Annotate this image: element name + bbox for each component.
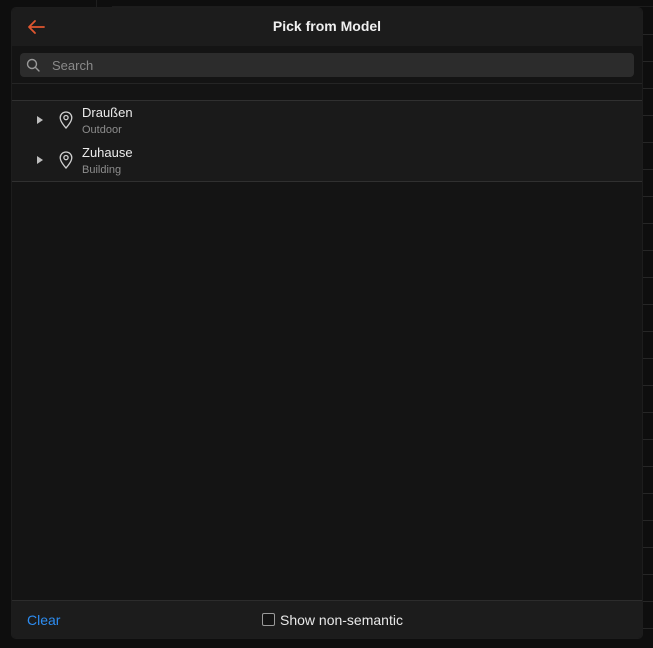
search-icon xyxy=(26,58,40,72)
tree-item-label: Draußen xyxy=(82,105,133,120)
show-non-semantic-label[interactable]: Show non-semantic xyxy=(280,612,403,628)
location-pin-icon xyxy=(59,151,73,169)
search-divider xyxy=(12,83,642,84)
dialog-footer: Clear Show non-semantic xyxy=(12,600,642,638)
expand-caret-icon[interactable] xyxy=(36,115,44,125)
background-divider xyxy=(112,6,653,7)
tree-item-drausen[interactable]: Draußen Outdoor xyxy=(12,101,642,141)
expand-caret-icon[interactable] xyxy=(36,155,44,165)
search-box[interactable] xyxy=(20,53,634,77)
search-input[interactable] xyxy=(52,53,622,77)
show-non-semantic-checkbox[interactable] xyxy=(262,613,275,626)
background-list-lines xyxy=(641,8,653,648)
pick-from-model-dialog: Pick from Model Draußen Outdoor xyxy=(12,8,642,638)
tree-item-zuhause[interactable]: Zuhause Building xyxy=(12,141,642,181)
clear-button[interactable]: Clear xyxy=(27,612,60,628)
location-pin-icon xyxy=(59,111,73,129)
model-tree: Draußen Outdoor Zuhause Building xyxy=(12,100,642,182)
tree-item-type: Building xyxy=(82,164,122,176)
tree-item-type: Outdoor xyxy=(82,124,122,136)
tree-item-label: Zuhause xyxy=(82,145,133,160)
dialog-header: Pick from Model xyxy=(12,8,642,46)
dialog-title: Pick from Model xyxy=(272,18,382,34)
